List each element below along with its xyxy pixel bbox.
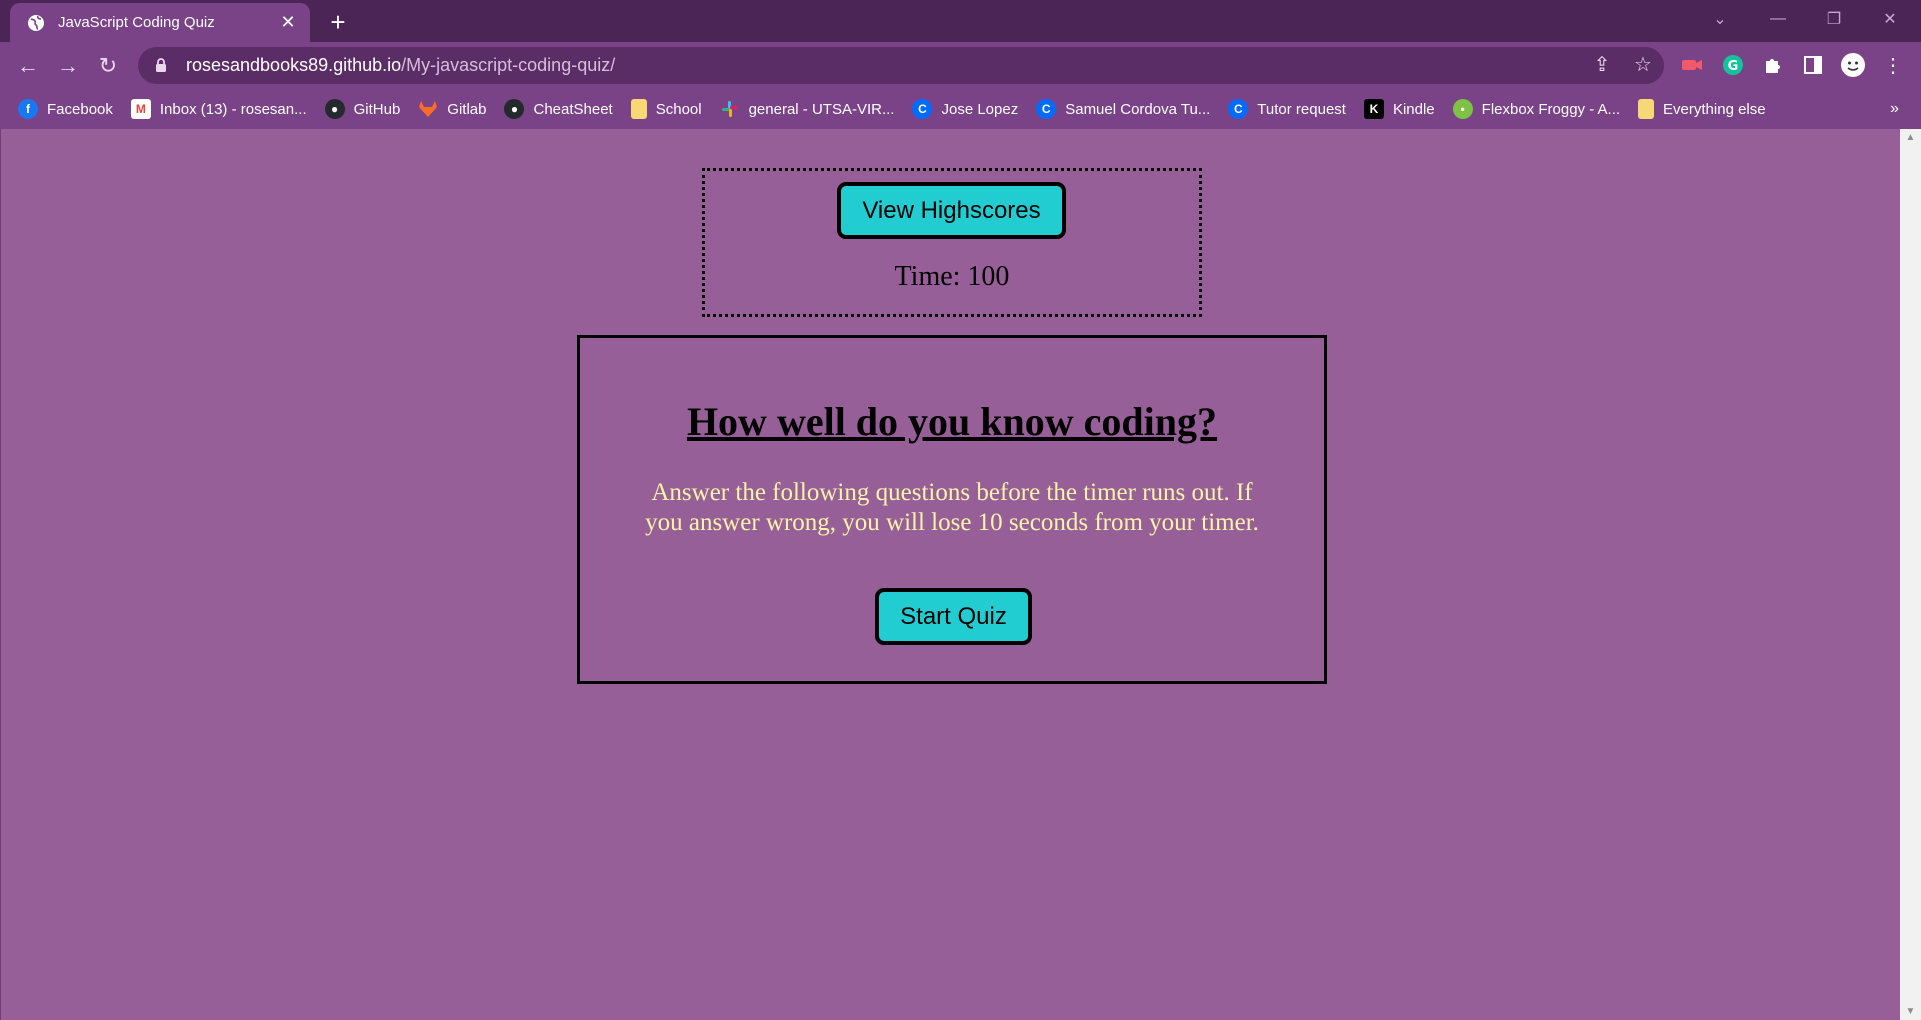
grammarly-icon[interactable]: G [1718,50,1748,80]
bookmark-jose-lopez[interactable]: C Jose Lopez [912,99,1018,119]
gitlab-icon [418,99,438,119]
gmail-icon: M [130,99,151,119]
bookmark-label: Kindle [1392,100,1435,118]
quiz-intro-card: How well do you know coding? Answer the … [577,335,1327,684]
bookmark-label: School [655,100,702,118]
bookmark-tutor-request[interactable]: C Tutor request [1228,99,1346,119]
bookmark-flexbox-froggy[interactable]: • Flexbox Froggy - A... [1452,99,1621,119]
kindle-icon: K [1363,99,1384,119]
view-highscores-button[interactable]: View Highscores [837,182,1066,239]
calendly-icon: C [1228,99,1249,119]
folder-icon [630,99,647,119]
bookmark-github[interactable]: ● GitHub [324,99,401,119]
new-tab-button[interactable]: + [322,6,354,38]
profile-avatar[interactable] [1838,50,1868,80]
bookmark-facebook[interactable]: f Facebook [18,99,113,119]
bookmark-label: CheatSheet [533,100,613,118]
svg-text:G: G [1728,59,1739,74]
tab-strip: JavaScript Coding Quiz ✕ + ⌄ — ❐ ✕ [0,0,1921,42]
extensions-puzzle-icon[interactable] [1758,50,1788,80]
slack-icon [720,99,740,119]
bookmark-gitlab[interactable]: Gitlab [418,99,486,119]
more-bookmarks-chevron-icon[interactable]: » [1890,89,1899,129]
url-path: /My-javascript-coding-quiz/ [401,55,616,75]
bookmark-label: Samuel Cordova Tu... [1065,100,1211,118]
github-icon: ● [324,99,345,119]
back-button[interactable]: ← [12,50,44,82]
scroll-up-arrow-icon[interactable]: ▲ [1900,129,1921,146]
quiz-title: How well do you know coding? [686,399,1218,444]
restore-button[interactable]: ❐ [1806,0,1862,38]
minimize-button[interactable]: — [1750,0,1806,38]
folder-icon [1638,99,1655,119]
bookmark-folder-everything-else[interactable]: Everything else [1638,99,1766,119]
side-panel-icon[interactable] [1798,50,1828,80]
bookmark-label: Tutor request [1257,100,1346,118]
bookmark-folder-school[interactable]: School [630,99,702,119]
start-quiz-button[interactable]: Start Quiz [875,588,1032,645]
quiz-header: View Highscores Time: 100 [702,168,1202,317]
screen-recorder-extension-icon[interactable] [1677,50,1707,80]
bookmark-slack[interactable]: general - UTSA-VIR... [720,99,895,119]
bookmark-kindle[interactable]: K Kindle [1363,99,1435,119]
bookmark-label: Flexbox Froggy - A... [1481,100,1621,118]
bookmark-label: Inbox (13) - rosesan... [159,100,307,118]
frog-icon: • [1452,99,1473,119]
tab-title: JavaScript Coding Quiz [58,14,215,31]
github-icon: ● [504,99,525,119]
bookmark-cheatsheet[interactable]: ● CheatSheet [504,99,613,119]
close-window-button[interactable]: ✕ [1862,0,1918,38]
share-icon[interactable]: ⇪ [1586,48,1618,80]
bookmark-label: general - UTSA-VIR... [748,100,895,118]
lock-icon [152,57,170,75]
reload-button[interactable]: ↻ [92,50,124,82]
bookmarks-bar: f Facebook M Inbox (13) - rosesan... ● G… [0,89,1921,129]
timer-display: Time: 100 [894,261,1010,292]
vertical-scrollbar[interactable]: ▲ ▼ [1900,129,1921,1020]
bookmark-label: Gitlab [447,100,487,118]
active-tab[interactable]: JavaScript Coding Quiz ✕ [10,3,310,42]
page-viewport: View Highscores Time: 100 How well do yo… [0,129,1900,1020]
bookmark-label: GitHub [353,100,401,118]
bookmark-label: Jose Lopez [941,100,1019,118]
globe-icon [26,13,46,33]
facebook-icon: f [18,99,38,119]
bookmark-label: Facebook [47,100,113,118]
quiz-instructions: Answer the following questions before th… [645,479,1259,536]
tab-search-icon[interactable]: ⌄ [1692,0,1748,38]
menu-kebab-icon[interactable]: ⋮ [1878,50,1908,80]
scroll-down-arrow-icon[interactable]: ▼ [1900,1003,1921,1020]
address-bar[interactable]: rosesandbooks89.github.io/My-javascript-… [138,47,1664,84]
close-tab-icon[interactable]: ✕ [276,11,300,35]
calendly-icon: C [1036,99,1057,119]
browser-toolbar: ← → ↻ rosesandbooks89.github.io/My-javas… [0,42,1921,89]
bookmark-label: Everything else [1663,100,1766,118]
calendly-icon: C [912,99,933,119]
bookmark-star-icon[interactable]: ☆ [1627,48,1659,80]
bookmark-inbox[interactable]: M Inbox (13) - rosesan... [130,99,307,119]
forward-button[interactable]: → [52,50,84,82]
bookmark-samuel-cordova[interactable]: C Samuel Cordova Tu... [1036,99,1210,119]
url-host: rosesandbooks89.github.io [186,55,402,75]
